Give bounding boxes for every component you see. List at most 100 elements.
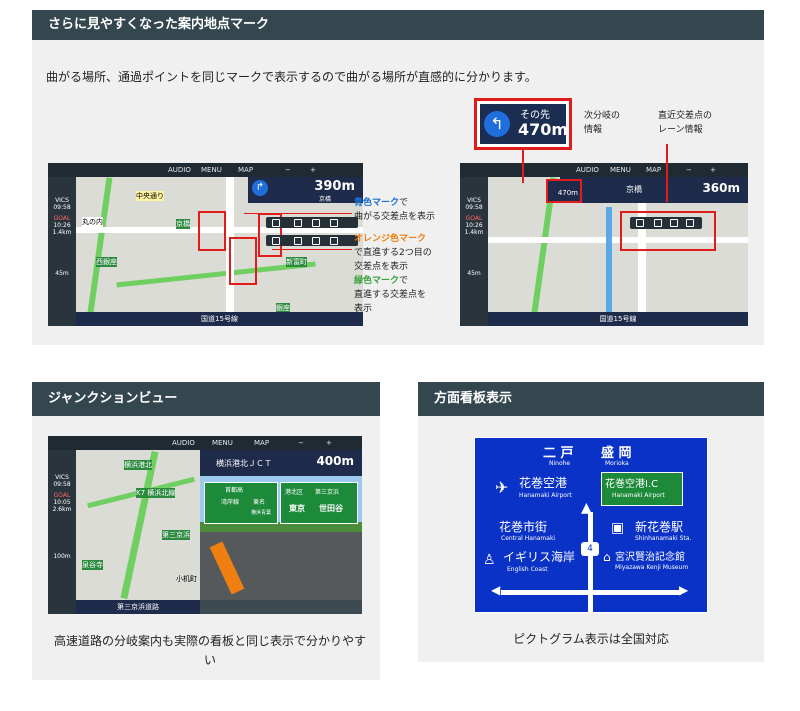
junction-sign-1: 首都高 湾岸線 東名 横浜青葉 — [204, 482, 278, 524]
map-road — [606, 207, 612, 317]
nav-menu-map[interactable]: MAP — [254, 439, 269, 447]
nav-zoom-in[interactable]: + — [710, 166, 716, 174]
map-label: 中央通り — [136, 191, 164, 201]
junction-distance: 400m — [316, 454, 354, 468]
nav-distance-panel: ↱ 390m 京橋 — [248, 177, 363, 203]
nav-place: 京橋 — [318, 196, 331, 203]
map-road — [85, 177, 113, 326]
map-label: 横浜港北 — [124, 460, 152, 470]
turn-left-icon: ↱ — [252, 180, 268, 196]
zoom-inner: ↰ その先 470m — [480, 104, 569, 144]
person-icon: ♙ — [483, 552, 496, 568]
sign-text: 湾岸線 — [221, 499, 240, 506]
nav-menu-map[interactable]: MAP — [238, 166, 253, 174]
small-branch-distance: 470m — [557, 189, 578, 197]
nav-menu-map[interactable]: MAP — [646, 166, 661, 174]
lane-guide-1 — [266, 217, 358, 228]
map-label: 小机町 — [176, 575, 197, 583]
lane-guide — [630, 217, 702, 229]
direction-sign: 二 戸 盛 岡 Ninohe Morioka ✈ 花巻空港 Hanamaki A… — [474, 437, 708, 613]
nav-distance-panel: 京橋 360m — [560, 177, 748, 203]
sign-text: 首都高 — [225, 487, 244, 494]
sign-text: 東京 — [289, 504, 305, 513]
label-next-branch-1: 次分岐の — [584, 111, 621, 121]
info-remaining: 1.4km — [52, 229, 72, 236]
sign-top-ninohe-en: Ninohe — [549, 460, 571, 467]
sign-ic-box: 花巻空港I.C Hanamaki Airport — [601, 472, 683, 506]
nav-topbar: AUDIO MENU MAP − + — [48, 436, 362, 450]
nav-topbar: AUDIO MENU MAP − + — [460, 163, 748, 177]
label-next-branch: 次分岐の 情報 — [584, 109, 620, 137]
sign-text: 世田谷 — [319, 504, 343, 513]
label-lane-info-2: レーン情報 — [658, 125, 703, 135]
info-vics: VICS — [55, 474, 69, 481]
arrow-up-icon: ▲ — [581, 500, 592, 516]
nav-zoom-out[interactable]: − — [298, 439, 304, 447]
sign-airport-en: Hanamaki Airport — [519, 492, 572, 499]
nav-left-info: VICS 09:58 GOAL 10:26 1.4km 45m — [48, 177, 76, 326]
section-direction-sign: 方面看板表示 二 戸 盛 岡 Ninohe Morioka ✈ 花巻空港 Han… — [418, 382, 764, 662]
nav-place: 京橋 — [626, 185, 642, 194]
legend-blue-label: 青色マーク — [354, 198, 400, 208]
nav-menu-audio[interactable]: AUDIO — [172, 439, 195, 447]
zoom-distance: 470m — [518, 120, 569, 139]
nav-zoom-in[interactable]: + — [326, 439, 332, 447]
nav-menu-menu[interactable]: MENU — [610, 166, 631, 174]
junction-sign-2: 港北区 第三京浜 東京 世田谷 — [280, 482, 358, 524]
junction-distance-panel: 横浜港北ＪＣＴ 400m — [200, 450, 362, 476]
info-remaining: 2.6km — [52, 506, 72, 513]
nav-menu-menu[interactable]: MENU — [201, 166, 222, 174]
info-scale: 45m — [55, 270, 69, 277]
junction-map[interactable]: 横浜港北 K7 横浜北線 泉谷寺 第三京浜 小机町 — [76, 450, 200, 600]
map-label: 泉谷寺 — [82, 560, 103, 570]
nav-road-bar: 国道15号線 — [76, 312, 363, 326]
nav-screen-left: AUDIO MENU MAP − + VICS 09:58 GOAL 10:26… — [48, 163, 363, 326]
map-road — [120, 450, 159, 600]
lane-guide-2 — [266, 235, 358, 246]
turn-left-icon: ↰ — [484, 111, 510, 137]
info-remaining: 1.4km — [464, 229, 484, 236]
junction-road-bar: 第三京浜道路 — [76, 600, 200, 614]
map-label: 新富町 — [286, 257, 307, 267]
sign-top-ninohe: 二 戸 — [543, 446, 574, 461]
info-time: 09:58 — [465, 204, 483, 211]
sign-top-morioka-en: Morioka — [605, 460, 629, 467]
nav-menu-audio[interactable]: AUDIO — [576, 166, 599, 174]
sign-text: 港北区 — [285, 489, 304, 496]
highlight-box — [229, 237, 257, 285]
nav-zoom-out[interactable]: − — [285, 166, 291, 174]
lane-line — [666, 144, 668, 202]
section-direction-title: 方面看板表示 — [418, 382, 764, 416]
nav-left-info: VICS 09:58 GOAL 10:05 2.6km 100m — [48, 450, 76, 614]
nav-topbar: AUDIO MENU MAP − + — [48, 163, 363, 177]
nav-menu-audio[interactable]: AUDIO — [168, 166, 191, 174]
section-junction-view: ジャンクションビュー AUDIO MENU MAP − + VICS 09:58… — [32, 382, 380, 680]
sign-text: 第三京浜 — [315, 489, 340, 496]
nav-screen-right: AUDIO MENU MAP − + VICS 09:58 GOAL 10:26… — [460, 163, 748, 326]
info-arrival: 10:05 — [53, 499, 71, 506]
section-guide-marks-title: さらに見やすくなった案内地点マーク — [32, 10, 764, 40]
callout-line — [244, 213, 352, 214]
nav-zoom-in[interactable]: + — [310, 166, 316, 174]
sign-station: 新花巻駅 — [635, 520, 684, 534]
sign-text: 東名 — [253, 499, 266, 506]
info-scale: 45m — [467, 270, 481, 277]
sign-ic: 花巻空港I.C — [605, 479, 659, 490]
junction-caption: 高速道路の分岐案内も実際の看板と同じ表示で分かりやすい — [53, 634, 366, 667]
label-lane-info-1: 直近交差点の — [658, 111, 713, 121]
train-icon: ▣ — [611, 520, 625, 536]
direction-caption: ピクトグラム表示は全国対応 — [513, 632, 669, 646]
info-scale: 100m — [53, 553, 71, 560]
nav-distance: 360m — [702, 181, 740, 195]
airplane-icon: ✈ — [495, 478, 509, 497]
zoom-then-label: その先 — [520, 110, 550, 121]
nav-menu-menu[interactable]: MENU — [212, 439, 233, 447]
sign-museum-en: Miyazawa Kenji Museum — [615, 564, 689, 571]
map-label: 京橋 — [176, 219, 190, 229]
sign-museum: 宮沢賢治記念館 — [615, 552, 685, 563]
sign-city: 花巻市街 — [499, 520, 548, 534]
map-label: 第三京浜 — [162, 530, 190, 540]
nav-zoom-out[interactable]: − — [686, 166, 692, 174]
map-label: K7 横浜北線 — [136, 488, 176, 498]
label-next-branch-2: 情報 — [584, 125, 603, 135]
